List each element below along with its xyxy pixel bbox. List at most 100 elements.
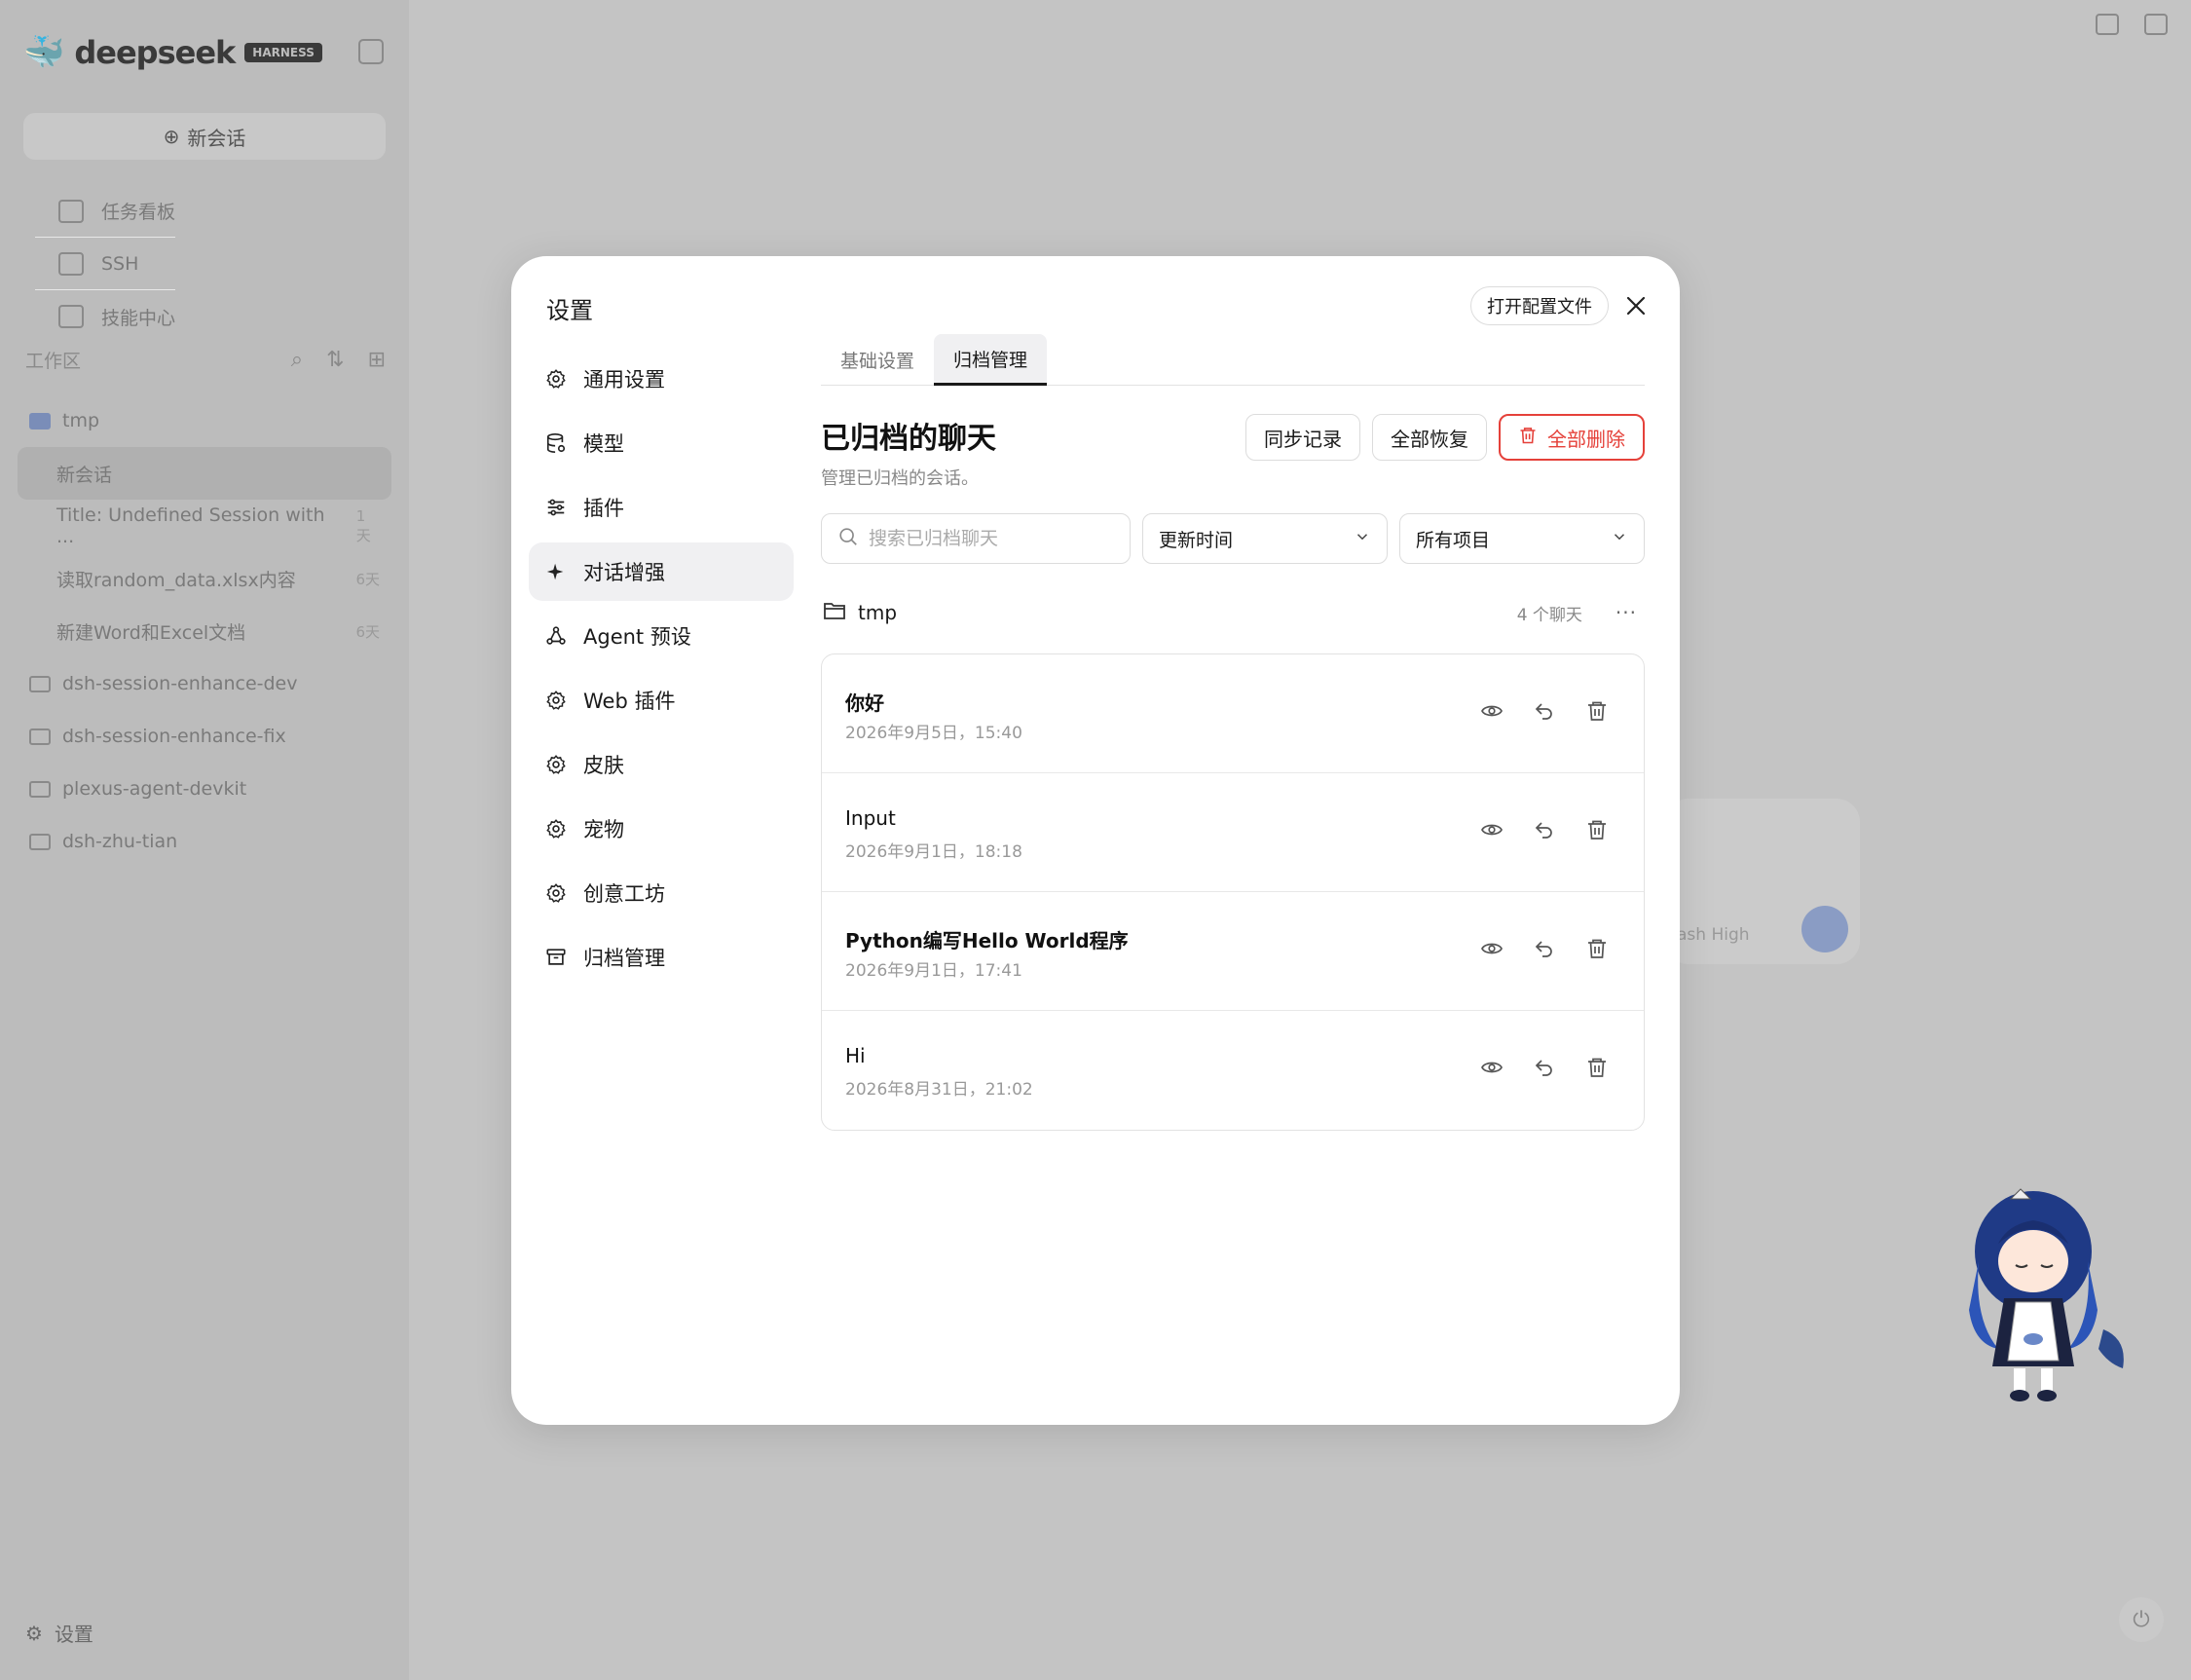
project-value: 所有项目 (1416, 529, 1491, 551)
row-actions (1478, 935, 1611, 962)
settings-button[interactable]: ⚙ 设置 (25, 1619, 93, 1647)
restore-icon[interactable] (1531, 1054, 1558, 1081)
close-icon[interactable] (1623, 293, 1649, 318)
eye-icon[interactable] (1478, 697, 1505, 725)
session-item[interactable]: 读取random_data.xlsx内容 6天 (18, 552, 391, 605)
project-select[interactable]: 所有项目 (1399, 513, 1645, 564)
gear-icon (544, 367, 568, 391)
eye-icon[interactable] (1478, 816, 1505, 843)
row-actions (1478, 697, 1611, 725)
new-folder-icon[interactable]: ⊞ (368, 348, 386, 372)
session-age: 1天 (355, 506, 371, 544)
session-item[interactable]: Title: Undefined Session with ... 1天 (18, 500, 391, 552)
whale-icon: 🐳 (23, 33, 65, 72)
chat-date: 2026年8月31日，21:02 (845, 1080, 1033, 1100)
gear-icon (544, 881, 568, 905)
restore-icon[interactable] (1531, 816, 1558, 843)
brand-name: deepseek (74, 34, 236, 71)
nav-item-chat-enhance[interactable]: 对话增强 (529, 542, 794, 601)
restore-icon[interactable] (1531, 935, 1558, 962)
restore-icon[interactable] (1531, 697, 1558, 725)
session-age: 6天 (355, 570, 380, 588)
session-item[interactable]: 新建Word和Excel文档 6天 (18, 605, 391, 657)
nav-item-label: 皮肤 (583, 754, 624, 777)
search-icon (837, 526, 859, 551)
delete-all-label: 全部删除 (1547, 427, 1625, 451)
sidebar-toggle-icon[interactable] (358, 39, 384, 64)
workspace-item[interactable]: tmp (18, 394, 391, 447)
database-icon (544, 431, 568, 455)
tab-archive-management[interactable]: 归档管理 (934, 334, 1048, 386)
nav-item-general[interactable]: 通用设置 (529, 350, 794, 408)
workspace-item[interactable]: dsh-session-enhance-dev (18, 657, 391, 710)
search-icon[interactable]: ⌕ (291, 348, 303, 372)
power-icon[interactable]: ⏻ (2119, 1597, 2164, 1642)
session-item[interactable]: 新会话 (18, 447, 391, 500)
session-title: 新建Word和Excel文档 (56, 621, 246, 644)
nav-item-agent-presets[interactable]: Agent 预设 (529, 607, 794, 665)
restore-all-button[interactable]: 全部恢复 (1372, 414, 1487, 461)
trash-icon[interactable] (1583, 935, 1611, 962)
archive-panel: 基础设置 归档管理 已归档的聊天 管理已归档的会话。 同步记录 全部恢复 全部删… (821, 334, 1645, 1131)
row-actions (1478, 1054, 1611, 1081)
sort-select[interactable]: 更新时间 (1142, 513, 1388, 564)
trash-icon[interactable] (1583, 697, 1611, 725)
open-config-button[interactable]: 打开配置文件 (1470, 286, 1609, 325)
archived-chat-row: Input 2026年9月1日，18:18 (822, 773, 1644, 892)
nav-item-model[interactable]: 模型 (529, 414, 794, 472)
nav-item-archive[interactable]: 归档管理 (529, 928, 794, 987)
archived-chat-row: Hi 2026年8月31日，21:02 (822, 1011, 1644, 1130)
trash-icon[interactable] (1583, 816, 1611, 843)
workspace-item[interactable]: plexus-agent-devkit (18, 763, 391, 815)
agent-icon (544, 624, 568, 648)
sidebar-item-ssh[interactable]: SSH (35, 238, 176, 290)
split-view-icon[interactable] (2144, 14, 2168, 35)
panel-icon[interactable] (2096, 14, 2119, 35)
nav-item-label: 通用设置 (583, 368, 665, 392)
board-icon (58, 199, 84, 223)
chat-title: 你好 (845, 691, 884, 715)
workspace-label: 工作区 (25, 351, 82, 372)
sync-records-button[interactable]: 同步记录 (1245, 414, 1360, 461)
collapse-all-icon[interactable]: ⇅ (326, 348, 344, 372)
workspace-name: dsh-zhu-tian (62, 831, 178, 852)
workspace-item[interactable]: dsh-session-enhance-fix (18, 710, 391, 763)
search-input[interactable] (869, 528, 1102, 549)
settings-tabs: 基础设置 归档管理 (821, 334, 1645, 386)
nav-item-label: Web 插件 (583, 690, 676, 713)
nav-item-plugins[interactable]: 插件 (529, 478, 794, 537)
skills-icon (58, 305, 84, 328)
session-title: 读取random_data.xlsx内容 (56, 569, 296, 591)
archive-group-header: tmp 4 个聊天 ··· (821, 583, 1645, 642)
sidebar-item-tasks[interactable]: 任务看板 (35, 185, 176, 238)
new-chat-button[interactable]: ⊕ 新会话 (23, 113, 386, 160)
folder-icon (29, 412, 51, 429)
more-options-icon[interactable]: ··· (1615, 601, 1637, 624)
eye-icon[interactable] (1478, 1054, 1505, 1081)
nav-item-web-plugins[interactable]: Web 插件 (529, 671, 794, 729)
nav-item-pets[interactable]: 宠物 (529, 800, 794, 858)
eye-icon[interactable] (1478, 935, 1505, 962)
trash-icon (1518, 426, 1538, 450)
search-box[interactable] (821, 513, 1131, 564)
session-title: 新会话 (56, 464, 113, 486)
nav-item-skins[interactable]: 皮肤 (529, 735, 794, 794)
new-chat-label: 新会话 (187, 126, 246, 150)
trash-icon[interactable] (1583, 1054, 1611, 1081)
brand-logo: 🐳 deepseek HARNESS (23, 33, 322, 72)
gear-icon: ⚙ (25, 1621, 43, 1645)
settings-modal: 设置 打开配置文件 通用设置 模型 插件 对话增强 Agent 预设 Web 插… (511, 256, 1680, 1425)
nav-item-label: 对话增强 (583, 561, 665, 584)
workspace-name: plexus-agent-devkit (62, 778, 247, 800)
pet-mascot[interactable] (1957, 1183, 2128, 1407)
chat-date: 2026年9月1日，18:18 (845, 842, 1022, 862)
delete-all-button[interactable]: 全部删除 (1499, 414, 1645, 461)
archived-chat-row: Python编写Hello World程序 2026年9月1日，17:41 (822, 892, 1644, 1011)
app-sidebar: 🐳 deepseek HARNESS ⊕ 新会话 任务看板 SSH 技能中心 工… (0, 0, 409, 1680)
nav-item-workshop[interactable]: 创意工坊 (529, 864, 794, 922)
tab-basic-settings[interactable]: 基础设置 (821, 334, 934, 386)
workspace-item[interactable]: dsh-zhu-tian (18, 815, 391, 868)
folder-icon (29, 780, 51, 798)
sidebar-item-skills[interactable]: 技能中心 (35, 290, 175, 343)
gear-icon (544, 689, 568, 712)
